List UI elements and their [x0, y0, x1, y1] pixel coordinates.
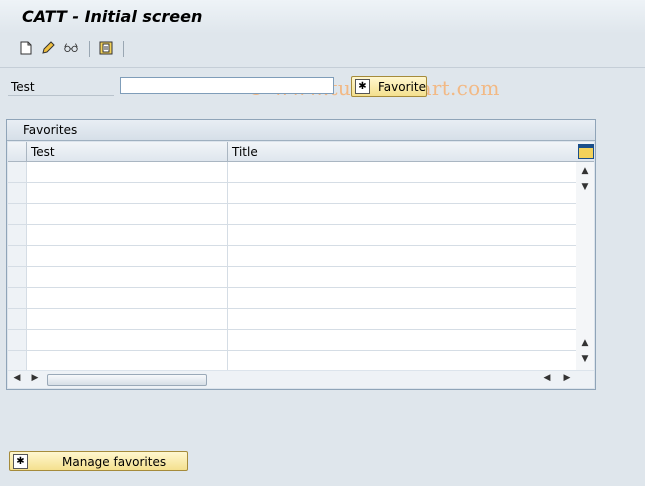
test-label: Test — [11, 80, 35, 94]
table-row[interactable] — [8, 246, 576, 267]
toolbar-divider — [0, 67, 645, 68]
favorite-button[interactable]: ✱ Favorite — [351, 76, 427, 97]
cell-test[interactable] — [27, 267, 228, 287]
horizontal-scroll-thumb[interactable] — [47, 374, 207, 386]
display-glasses-icon[interactable] — [63, 40, 79, 56]
table-row[interactable] — [8, 288, 576, 309]
table-row[interactable] — [8, 183, 576, 204]
cell-test[interactable] — [27, 204, 228, 224]
scroll-up-icon[interactable]: ▲ — [579, 338, 591, 348]
table-row[interactable] — [8, 204, 576, 225]
manage-favorites-button[interactable]: ✱ Manage favorites — [9, 451, 188, 471]
row-selector[interactable] — [8, 330, 27, 350]
horizontal-scrollbar[interactable]: ◀ ▶ ◀ ▶ — [8, 371, 594, 388]
vertical-scrollbar[interactable]: ▲ ▼ ▲ ▼ — [576, 162, 594, 370]
edit-pencil-icon[interactable] — [40, 40, 56, 56]
table-row[interactable] — [8, 162, 576, 183]
scroll-up-icon[interactable]: ▲ — [579, 166, 591, 176]
favorites-panel-header: Favorites — [7, 120, 595, 141]
row-selector[interactable] — [8, 183, 27, 203]
table-row[interactable] — [8, 351, 576, 370]
favorite-button-label: Favorite — [378, 80, 426, 94]
select-all-cell[interactable] — [8, 142, 27, 161]
table-row[interactable] — [8, 309, 576, 330]
cell-test[interactable] — [27, 330, 228, 350]
row-selector[interactable] — [8, 204, 27, 224]
cell-test[interactable] — [27, 246, 228, 266]
row-selector[interactable] — [8, 309, 27, 329]
manage-favorites-icon: ✱ — [13, 454, 28, 469]
test-label-underline — [8, 95, 114, 96]
cell-test[interactable] — [27, 288, 228, 308]
manage-favorites-label: Manage favorites — [62, 455, 167, 469]
scroll-right-icon[interactable]: ▶ — [29, 373, 41, 383]
toolbar-separator — [89, 41, 90, 57]
cell-test[interactable] — [27, 225, 228, 245]
page-title: CATT - Initial screen — [22, 7, 203, 26]
scroll-left-icon[interactable]: ◀ — [541, 373, 553, 383]
row-selector[interactable] — [8, 351, 27, 370]
scroll-left-icon[interactable]: ◀ — [11, 373, 23, 383]
cell-test[interactable] — [27, 351, 228, 370]
row-selector[interactable] — [8, 288, 27, 308]
row-selector[interactable] — [8, 162, 27, 182]
table-row[interactable] — [8, 267, 576, 288]
application-toolbar: © www.tutorialkart.com — [0, 37, 645, 100]
row-selector[interactable] — [8, 225, 27, 245]
cell-test[interactable] — [27, 183, 228, 203]
new-document-icon[interactable] — [18, 40, 34, 56]
favorites-table: Test Title ▲ ▼ ▲ ▼ — [8, 142, 594, 370]
table-row[interactable] — [8, 225, 576, 246]
scroll-down-icon[interactable]: ▼ — [579, 182, 591, 192]
test-input[interactable] — [120, 77, 334, 94]
cell-test[interactable] — [27, 162, 228, 182]
table-settings-icon[interactable] — [578, 144, 594, 159]
column-header-title[interactable]: Title — [228, 142, 576, 161]
column-header-test[interactable]: Test — [27, 142, 228, 161]
title-bar: CATT - Initial screen — [0, 0, 645, 34]
favorites-panel: Favorites Test Title ▲ ▼ ▲ ▼ ◀ ▶ ◀ ▶ — [6, 119, 596, 390]
toolbar-separator — [123, 41, 124, 57]
favorites-panel-title: Favorites — [23, 123, 78, 137]
scroll-right-icon[interactable]: ▶ — [561, 373, 573, 383]
table-row[interactable] — [8, 330, 576, 351]
scroll-down-icon[interactable]: ▼ — [579, 354, 591, 364]
row-selector[interactable] — [8, 246, 27, 266]
cell-test[interactable] — [27, 309, 228, 329]
table-header-row: Test Title — [8, 142, 594, 162]
row-selector[interactable] — [8, 267, 27, 287]
favorite-icon: ✱ — [355, 79, 370, 94]
execute-icon[interactable] — [98, 40, 114, 56]
